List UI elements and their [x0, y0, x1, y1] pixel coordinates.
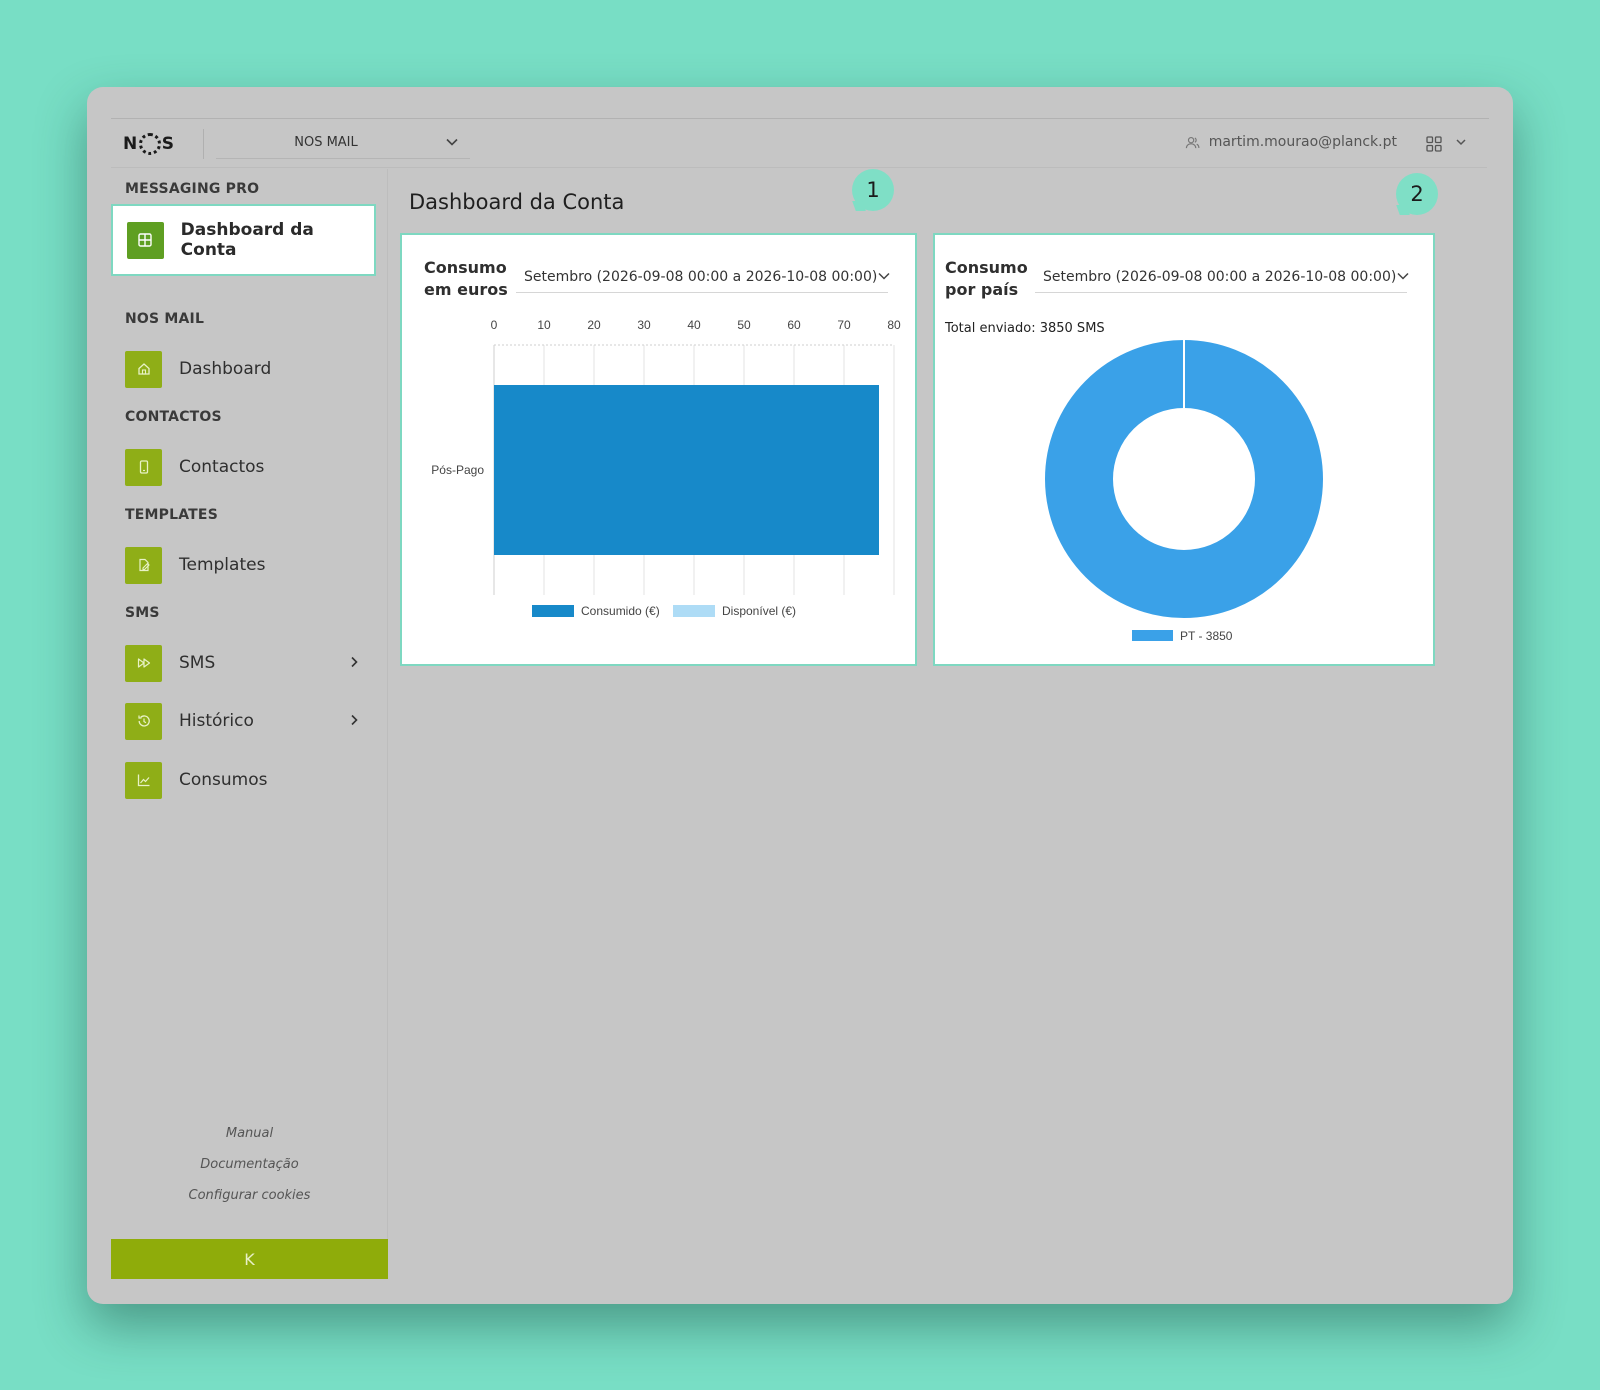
legend-swatch	[1132, 630, 1173, 641]
phone-icon	[125, 448, 162, 486]
x-tick-label: 50	[737, 318, 751, 332]
link-documentacao[interactable]: Documentação	[111, 1157, 388, 1172]
edit-icon	[125, 546, 162, 584]
user-icon	[1185, 136, 1200, 148]
chart-icon	[125, 761, 162, 799]
product-select-value: NOS MAIL	[294, 135, 358, 150]
x-tick-label: 0	[491, 318, 498, 332]
card-title: Consumo por país	[945, 258, 1028, 299]
sidebar-collapse-button[interactable]: K	[111, 1239, 388, 1279]
chevron-down-icon	[446, 138, 458, 146]
sidebar-item-label: Dashboard da Conta	[180, 220, 314, 260]
link-configurar-cookies[interactable]: Configurar cookies	[111, 1188, 388, 1203]
nos-logo[interactable]: N S	[123, 129, 174, 159]
x-tick-label: 60	[787, 318, 801, 332]
app-window: N S NOS MAIL martim.mourao@planck.pt MES…	[87, 87, 1513, 1304]
sidebar-item-label: Histórico	[179, 711, 254, 731]
sidebar-item-label: Consumos	[179, 770, 268, 790]
section-title-nos-mail: NOS MAIL	[125, 311, 205, 327]
user-menu[interactable]: martim.mourao@planck.pt	[1185, 134, 1397, 150]
chevron-down-icon	[878, 272, 890, 280]
period-select-value: Setembro (2026-09-08 00:00 a 2026-10-08 …	[1043, 269, 1397, 285]
sidebar-item-dashboard[interactable]: Dashboard	[111, 347, 376, 391]
legend-label: Disponível (€)	[722, 604, 796, 618]
x-tick-label: 10	[537, 318, 551, 332]
card-consumo-euros: Consumo em euros Setembro (2026-09-08 00…	[400, 233, 917, 666]
section-title-templates: TEMPLATES	[125, 507, 218, 523]
chevron-right-icon	[351, 656, 358, 668]
period-select[interactable]: Setembro (2026-09-08 00:00 a 2026-10-08 …	[516, 261, 890, 293]
table-icon	[127, 221, 164, 259]
sidebar-item-historico[interactable]: Histórico	[111, 699, 376, 743]
legend-label: Consumido (€)	[581, 604, 660, 618]
sidebar-item-label: Dashboard	[179, 359, 272, 379]
card-title: Consumo em euros	[424, 258, 508, 299]
period-select[interactable]: Setembro (2026-09-08 00:00 a 2026-10-08 …	[1035, 261, 1409, 293]
sidebar: MESSAGING PRO Dashboard da Conta NOS MAI…	[111, 169, 388, 1279]
callout-badge-1: 1	[852, 169, 894, 211]
total-sent: Total enviado: 3850 SMS	[945, 321, 1105, 336]
history-icon	[125, 702, 162, 740]
fast-forward-icon	[125, 644, 162, 682]
section-title-messaging-pro: MESSAGING PRO	[125, 181, 260, 197]
bar-consumido	[494, 385, 879, 555]
sidebar-item-label: Templates	[179, 555, 266, 575]
sidebar-item-consumos[interactable]: Consumos	[111, 758, 376, 802]
sidebar-item-label: SMS	[179, 653, 216, 673]
top-header: N S NOS MAIL martim.mourao@planck.pt	[111, 119, 1487, 168]
y-tick-label: Pós-Pago	[431, 463, 484, 477]
apps-chevron-down-icon[interactable]	[1453, 134, 1469, 150]
x-tick-label: 30	[637, 318, 651, 332]
x-tick-label: 40	[687, 318, 701, 332]
sidebar-item-dashboard-da-conta[interactable]: Dashboard da Conta	[111, 204, 376, 276]
section-title-sms: SMS	[125, 605, 160, 621]
card-consumo-pais: Consumo por país Setembro (2026-09-08 00…	[933, 233, 1435, 666]
apps-grid-icon[interactable]	[1425, 135, 1443, 153]
chevron-down-icon	[1397, 272, 1409, 280]
sidebar-item-label: Contactos	[179, 457, 265, 477]
callout-badge-2: 2	[1396, 173, 1438, 215]
logo-ring-icon	[138, 133, 161, 155]
user-email: martim.mourao@planck.pt	[1208, 134, 1397, 150]
donut-chart: PT - 3850	[1045, 340, 1323, 643]
sidebar-item-sms[interactable]: SMS	[111, 641, 376, 685]
x-tick-label: 70	[837, 318, 851, 332]
logo-letter-left: N	[123, 134, 138, 154]
period-select-value: Setembro (2026-09-08 00:00 a 2026-10-08 …	[524, 269, 878, 285]
section-title-contactos: CONTACTOS	[125, 409, 222, 425]
product-select[interactable]: NOS MAIL	[216, 127, 470, 159]
home-icon	[125, 350, 162, 388]
x-tick-label: 20	[587, 318, 601, 332]
legend-swatch	[673, 605, 715, 617]
header-separator	[203, 129, 204, 159]
link-manual[interactable]: Manual	[111, 1126, 388, 1141]
legend-label: PT - 3850	[1180, 629, 1233, 643]
legend-swatch	[532, 605, 574, 617]
collapse-icon: K	[244, 1249, 255, 1269]
sidebar-item-contactos[interactable]: Contactos	[111, 445, 376, 489]
x-tick-label: 80	[887, 318, 901, 332]
page-title: Dashboard da Conta	[409, 190, 625, 214]
sidebar-item-templates[interactable]: Templates	[111, 543, 376, 587]
main-content: Dashboard da Conta 1 2 Consumo em euros …	[389, 169, 1463, 1279]
chevron-right-icon	[351, 714, 358, 726]
bar-chart: 0 10 20 30 40 50 60 70 80 Pós-Pago Consumido (€) Di…	[431, 318, 901, 618]
logo-letter-right: S	[161, 134, 175, 154]
